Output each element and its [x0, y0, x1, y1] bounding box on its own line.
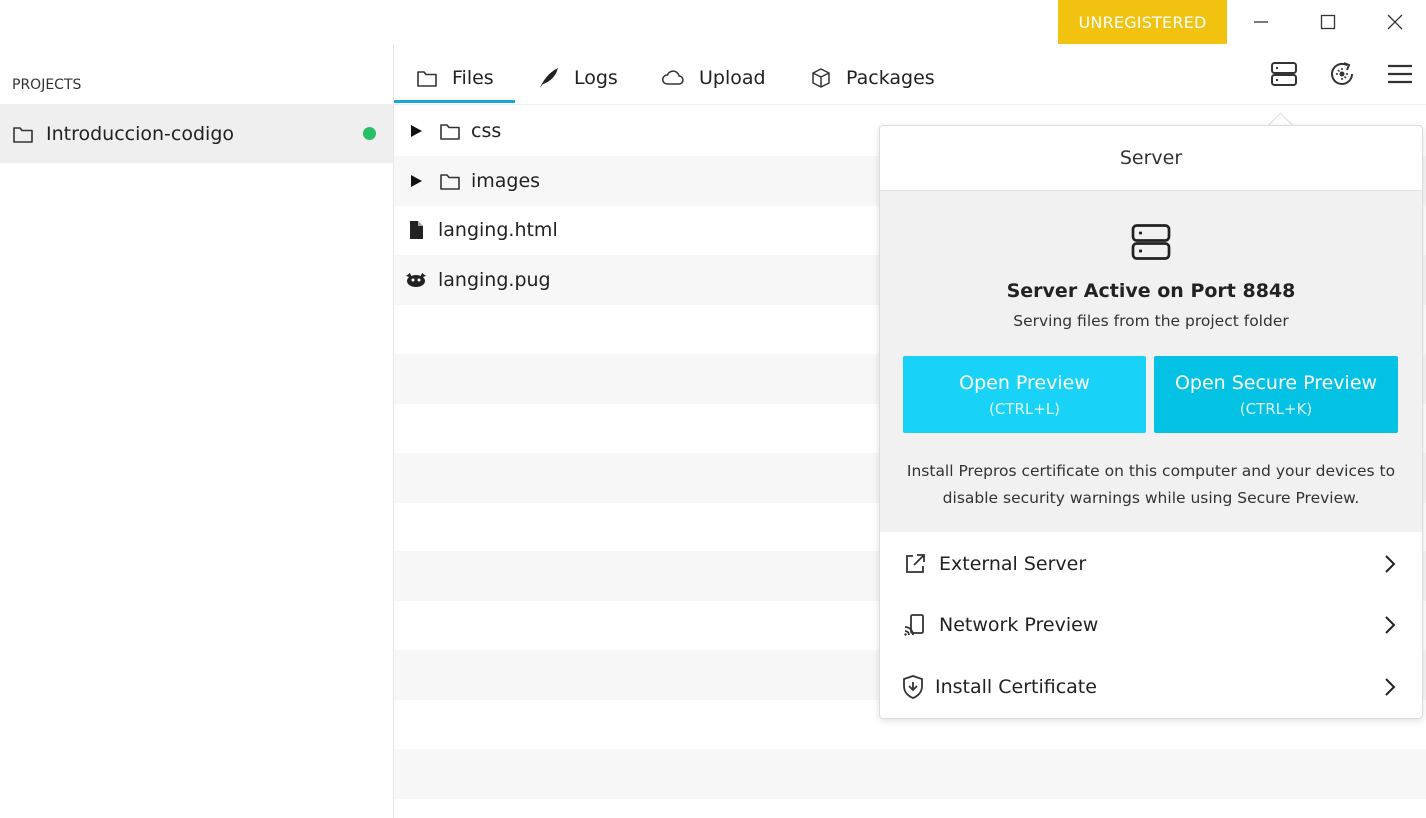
tab-label: Packages [846, 66, 935, 89]
tab-label: Logs [574, 66, 618, 89]
tab-upload[interactable]: Upload [661, 50, 766, 105]
menu-install-certificate[interactable]: Install Certificate [880, 657, 1422, 717]
cast-icon [904, 614, 924, 636]
project-item[interactable]: Introduccion-codigo [0, 104, 393, 163]
popover-title: Server [880, 126, 1422, 191]
tab-files[interactable]: Files [416, 50, 494, 105]
tab-packages[interactable]: Packages [810, 50, 935, 105]
menu-label: External Server [939, 553, 1087, 575]
folder-icon [440, 174, 460, 190]
menu-label: Install Certificate [935, 676, 1097, 698]
pug-icon [406, 273, 426, 287]
file-row-langing-pug[interactable]: langing.pug [404, 255, 551, 305]
project-status-dot [363, 127, 376, 140]
minimize-button[interactable] [1228, 0, 1294, 44]
package-icon [812, 67, 830, 88]
menu-external-server[interactable]: External Server [880, 534, 1422, 594]
project-name: Introduccion-codigo [46, 122, 235, 145]
maximize-button[interactable] [1295, 0, 1361, 44]
projects-heading: PROJECTS [12, 77, 82, 93]
feather-icon [540, 67, 558, 88]
server-status-subtitle: Serving files from the project folder [1013, 312, 1289, 330]
live-reload-icon [1331, 62, 1353, 85]
live-reload-button[interactable] [1322, 56, 1362, 92]
folder-icon [13, 126, 33, 143]
server-status-icon-wrap [1130, 221, 1172, 263]
tabs-divider [394, 104, 1426, 105]
hamburger-menu-icon [1388, 64, 1412, 84]
server-button[interactable] [1264, 56, 1304, 92]
folder-icon [417, 70, 437, 87]
shield-download-icon [903, 675, 923, 699]
file-row-css[interactable]: css [409, 106, 501, 156]
minimize-icon [1254, 21, 1268, 23]
chevron-right-icon [1385, 616, 1396, 634]
server-status-title: Server Active on Port 8848 [1006, 280, 1296, 302]
chevron-right-icon [1385, 678, 1396, 696]
cloud-icon [662, 69, 684, 85]
maximize-icon [1320, 14, 1336, 30]
server-icon [1271, 62, 1297, 86]
server-icon [1131, 224, 1171, 260]
file-row-langing-html[interactable]: langing.html [407, 205, 558, 255]
open-secure-preview-shortcut: (CTRL+K) [1239, 399, 1313, 418]
external-link-icon [906, 554, 925, 573]
unregistered-badge[interactable]: UNREGISTERED [1058, 0, 1227, 44]
expand-triangle-icon[interactable] [409, 124, 423, 138]
open-preview-label: Open Preview [959, 371, 1090, 394]
file-row-images[interactable]: images [409, 156, 540, 206]
menu-label: Network Preview [939, 614, 1099, 636]
certificate-note: Install Prepros certificate on this comp… [906, 462, 1396, 507]
tab-label: Upload [699, 66, 766, 89]
close-icon [1387, 14, 1403, 30]
open-preview-shortcut: (CTRL+L) [988, 399, 1061, 418]
open-preview-button[interactable]: Open Preview (CTRL+L) [903, 356, 1146, 433]
menu-network-preview[interactable]: Network Preview [880, 595, 1422, 655]
active-tab-indicator [394, 100, 515, 103]
open-secure-preview-label: Open Secure Preview [1174, 371, 1378, 394]
close-window-button[interactable] [1362, 0, 1426, 44]
server-popover: Server Server Active on Port 8848 Servin… [879, 125, 1423, 719]
file-icon [410, 221, 423, 239]
folder-icon [440, 124, 460, 140]
expand-triangle-icon[interactable] [409, 174, 423, 188]
tab-logs[interactable]: Logs [538, 50, 618, 105]
file-name: css [471, 120, 502, 142]
chevron-right-icon [1385, 555, 1396, 573]
main-menu-button[interactable] [1380, 56, 1420, 92]
file-name: images [471, 170, 541, 192]
open-secure-preview-button[interactable]: Open Secure Preview (CTRL+K) [1154, 356, 1398, 433]
file-name: langing.pug [438, 269, 551, 291]
tab-label: Files [452, 66, 494, 89]
file-name: langing.html [438, 219, 558, 241]
